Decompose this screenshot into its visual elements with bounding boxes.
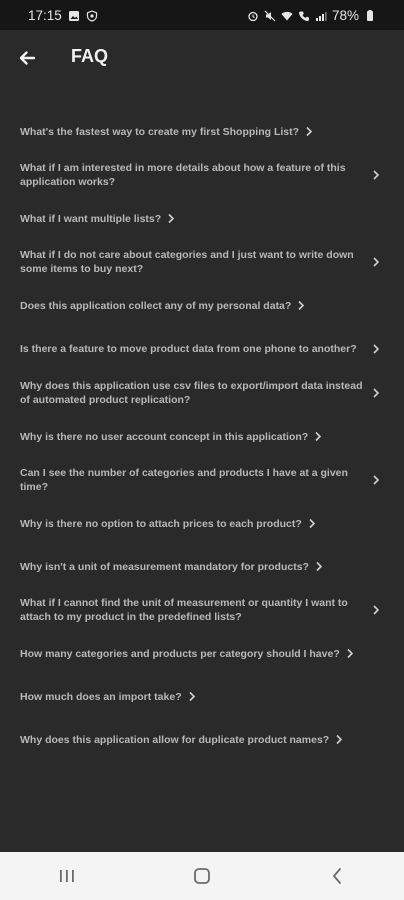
status-bar: 17:15 78% bbox=[0, 0, 404, 30]
mute-icon bbox=[264, 10, 276, 21]
faq-question-text: Can I see the number of categories and p… bbox=[20, 467, 348, 493]
chevron-right-icon bbox=[373, 257, 380, 267]
faq-question-text: What if I want multiple lists? bbox=[20, 212, 175, 226]
chevron-right-icon bbox=[309, 519, 315, 529]
faq-question-text: Why is there no option to attach prices … bbox=[20, 517, 316, 531]
status-left: 17:15 bbox=[28, 8, 98, 23]
app-bar: FAQ bbox=[0, 30, 404, 86]
faq-question-text: Why does this application allow for dupl… bbox=[20, 733, 343, 747]
faq-question-text: What if I am interested in more details … bbox=[20, 162, 346, 188]
back-chevron-icon bbox=[332, 868, 341, 884]
chevron-right-icon bbox=[298, 301, 305, 311]
status-time: 17:15 bbox=[28, 8, 62, 23]
faq-item[interactable]: How many categories and products per cat… bbox=[0, 632, 404, 675]
battery-percentage: 78% bbox=[331, 8, 359, 23]
faq-item[interactable]: What's the fastest way to create my firs… bbox=[0, 110, 404, 153]
page-title: FAQ bbox=[71, 46, 109, 66]
faq-item[interactable]: Why isn't a unit of measurement mandator… bbox=[0, 545, 404, 588]
faq-question-text: Is there a feature to move product data … bbox=[20, 343, 357, 355]
signal-icon bbox=[315, 11, 327, 21]
faq-item[interactable]: Why does this application allow for dupl… bbox=[0, 718, 404, 761]
recent-apps-icon bbox=[60, 870, 75, 882]
faq-item[interactable]: Why is there no option to attach prices … bbox=[0, 502, 404, 545]
chevron-right-icon bbox=[373, 388, 380, 398]
faq-question-text: What if I do not care about categories a… bbox=[20, 249, 354, 275]
faq-question-text: What's the fastest way to create my firs… bbox=[20, 125, 313, 139]
chevron-right-icon bbox=[373, 170, 380, 180]
faq-question-text: Does this application collect any of my … bbox=[20, 299, 305, 313]
chevron-right-icon bbox=[315, 432, 322, 442]
faq-question-text: Why does this application use csv files … bbox=[20, 380, 363, 406]
faq-question-text: How much does an import take? bbox=[20, 690, 196, 704]
chevron-right-icon bbox=[373, 605, 380, 615]
chevron-right-icon bbox=[373, 475, 380, 485]
shield-notification-icon bbox=[86, 9, 97, 22]
faq-question-text: Why is there no user account concept in … bbox=[20, 430, 322, 444]
faq-list: What's the fastest way to create my firs… bbox=[0, 110, 404, 761]
faq-question-text: What if I cannot find the unit of measur… bbox=[20, 597, 348, 623]
faq-item[interactable]: Does this application collect any of my … bbox=[0, 284, 404, 327]
faq-item[interactable]: How much does an import take? bbox=[0, 675, 404, 718]
chevron-right-icon bbox=[168, 214, 175, 224]
gallery-notification-icon bbox=[68, 10, 79, 21]
recent-apps-button[interactable] bbox=[47, 861, 87, 891]
faq-item[interactable]: What if I want multiple lists? bbox=[0, 197, 404, 240]
faq-screen: FAQ What's the fastest way to create my … bbox=[0, 30, 404, 852]
faq-item[interactable]: What if I am interested in more details … bbox=[0, 153, 404, 197]
system-navigation-bar bbox=[0, 852, 404, 900]
faq-item[interactable]: Is there a feature to move product data … bbox=[0, 327, 404, 371]
faq-item[interactable]: What if I cannot find the unit of measur… bbox=[0, 588, 404, 632]
alarm-icon bbox=[248, 11, 258, 21]
chevron-right-icon bbox=[306, 127, 313, 137]
wifi-icon bbox=[281, 11, 293, 20]
faq-item[interactable]: Can I see the number of categories and p… bbox=[0, 458, 404, 502]
chevron-right-icon bbox=[373, 344, 380, 354]
faq-question-text: Why isn't a unit of measurement mandator… bbox=[20, 560, 323, 574]
faq-item[interactable]: What if I do not care about categories a… bbox=[0, 240, 404, 284]
chevron-right-icon bbox=[336, 735, 343, 745]
back-button[interactable] bbox=[317, 861, 357, 891]
chevron-right-icon bbox=[189, 692, 195, 702]
battery-icon bbox=[367, 9, 373, 21]
faq-question-text: How many categories and products per cat… bbox=[20, 647, 354, 661]
faq-item[interactable]: Why does this application use csv files … bbox=[0, 371, 404, 415]
home-button[interactable] bbox=[182, 861, 222, 891]
faq-item[interactable]: Why is there no user account concept in … bbox=[0, 415, 404, 458]
status-right: 78% bbox=[247, 8, 376, 23]
chevron-right-icon bbox=[316, 562, 323, 572]
volte-call-icon bbox=[298, 11, 309, 21]
back-arrow-icon[interactable] bbox=[14, 44, 42, 72]
chevron-right-icon bbox=[347, 649, 353, 659]
home-icon bbox=[194, 868, 210, 884]
